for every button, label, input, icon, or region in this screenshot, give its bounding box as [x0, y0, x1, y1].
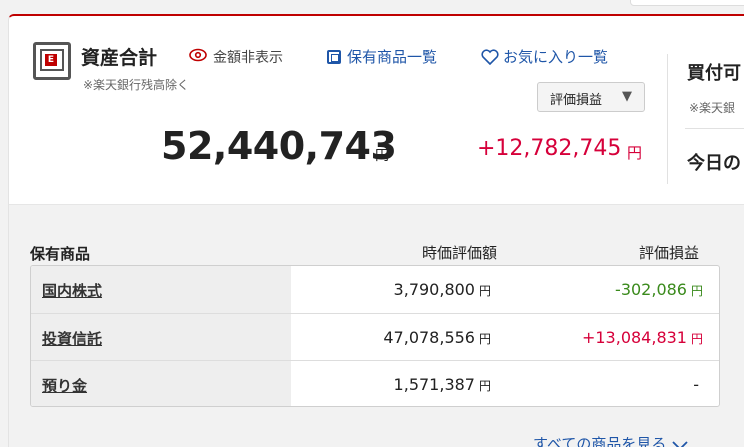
dropdown-arrow-icon: ▼ — [622, 89, 632, 104]
total-unit: 円 — [375, 148, 389, 164]
holdings-section: 保有商品 時価評価額 評価損益 国内株式 3,790,800 円 -302,086… — [9, 204, 744, 447]
total-gain-value: +12,782,745 — [477, 136, 622, 161]
bank-excluded-note: ※楽天銀行残高除く — [83, 78, 190, 92]
holdings-list-link[interactable]: 保有商品一覧 — [327, 46, 437, 67]
gain-value: - — [693, 375, 699, 394]
holdings-list-label: 保有商品一覧 — [347, 48, 438, 66]
heart-icon — [481, 49, 499, 66]
market-value: 47,078,556 円 — [383, 328, 491, 347]
vertical-divider — [667, 54, 668, 184]
asset-summary-card: E 資産合計 金額非表示 ※楽天銀行残高除く 保有商品一覧 お気に入り一覧 評価… — [8, 14, 744, 447]
buying-power-note: ※楽天銀 — [689, 101, 736, 115]
product-link-domestic-stocks[interactable]: 国内株式 — [31, 266, 291, 313]
top-search-box[interactable] — [630, 0, 744, 6]
right-divider — [685, 128, 744, 129]
header-market-value: 時価評価額 — [421, 244, 497, 262]
header-gain: 評価損益 — [638, 244, 699, 262]
gain-value: +13,084,831 円 — [581, 328, 703, 347]
today-title: 今日の — [687, 153, 741, 174]
header-product: 保有商品 — [30, 245, 91, 263]
holdings-table: 国内株式 3,790,800 円 -302,086 円 投資信託 47,078,55… — [30, 265, 720, 407]
favorites-list-link[interactable]: お気に入り一覧 — [481, 46, 608, 67]
table-row: 国内株式 3,790,800 円 -302,086 円 — [31, 266, 719, 313]
see-all-label: すべての商品を見る — [533, 435, 667, 447]
see-all-products-link[interactable]: すべての商品を見る — [533, 433, 688, 447]
gain-value: -302,086 円 — [615, 280, 703, 299]
product-link-deposits[interactable]: 預り金 — [31, 361, 291, 406]
select-value: 評価損益 — [550, 93, 603, 108]
market-value: 1,571,387 円 — [393, 375, 491, 394]
table-row: 預り金 1,571,387 円 - — [31, 360, 719, 406]
total-assets-value: 52,440,743 — [161, 124, 397, 168]
chevron-down-icon — [672, 441, 688, 447]
table-row: 投資信託 47,078,556 円 +13,084,831 円 — [31, 313, 719, 360]
gain-type-select[interactable]: 評価損益 ▼ — [537, 82, 645, 112]
total-assets-title: 資産合計 — [81, 47, 158, 69]
top-strip — [0, 0, 744, 14]
market-value: 3,790,800 円 — [393, 280, 491, 299]
page: E 資産合計 金額非表示 ※楽天銀行残高除く 保有商品一覧 お気に入り一覧 評価… — [0, 0, 744, 447]
safe-icon: E — [33, 42, 71, 80]
favorites-list-label: お気に入り一覧 — [503, 48, 609, 66]
list-icon — [327, 50, 341, 64]
product-link-mutual-funds[interactable]: 投資信託 — [31, 314, 291, 360]
buying-power-title: 買付可 — [687, 63, 741, 84]
hide-amount-toggle[interactable]: 金額非表示 — [213, 47, 283, 67]
gain-unit: 円 — [627, 144, 643, 162]
eye-icon[interactable] — [189, 48, 207, 62]
